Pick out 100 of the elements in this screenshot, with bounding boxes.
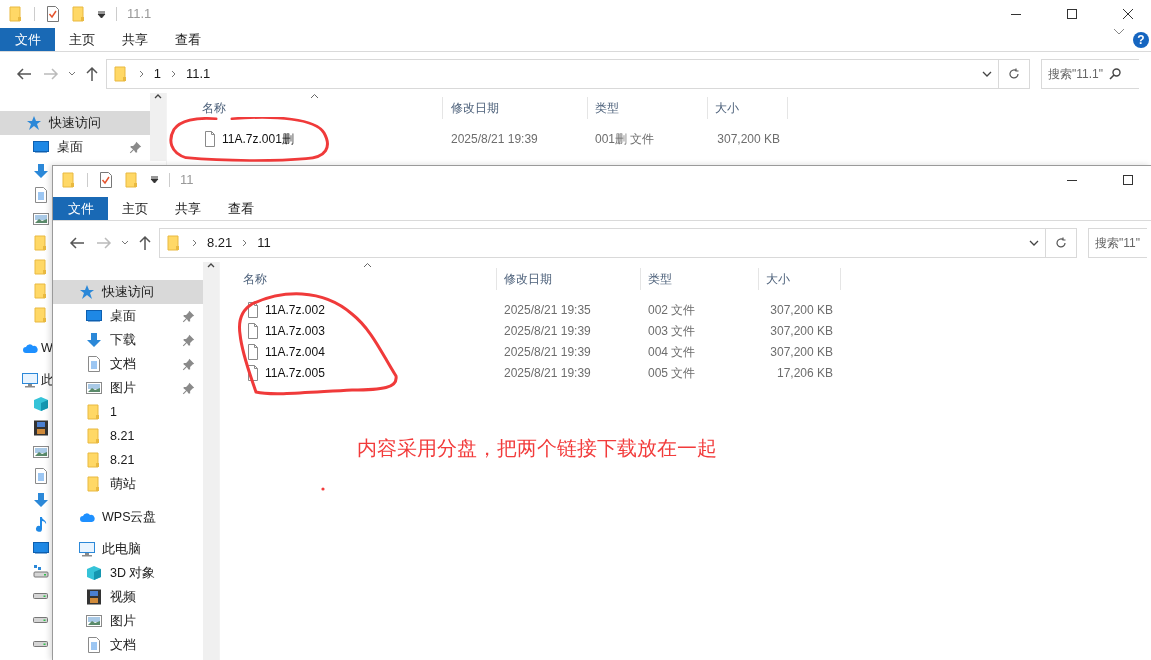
ribbon-tab[interactable]: 共享 [108, 28, 161, 51]
scrollbar[interactable] [150, 93, 166, 161]
nav-item[interactable]: 文档 [53, 633, 203, 657]
pin-icon [182, 357, 195, 371]
scroll-up-icon [154, 93, 162, 99]
ribbon-tab[interactable]: 主页 [55, 28, 108, 51]
search-placeholder: 搜索"11" [1095, 235, 1140, 252]
ribbon-tab[interactable]: 共享 [161, 197, 214, 220]
search-field[interactable]: 搜索"11.1" [1041, 59, 1139, 89]
document-icon [86, 637, 102, 653]
nav-item[interactable]: 8.21 [53, 448, 203, 472]
file-size: 307,200 KB [770, 323, 833, 338]
folder-icon [124, 171, 140, 188]
ribbon-tab[interactable]: 文件 [53, 197, 108, 220]
nav-item[interactable]: WPS云盘 [53, 505, 203, 529]
file-name[interactable]: 11A.7z.004 [265, 342, 325, 361]
ribbon-tab[interactable]: 查看 [214, 197, 267, 220]
nav-item[interactable]: 视频 [53, 585, 203, 609]
column-header[interactable]: 大小 [708, 97, 788, 119]
file-name[interactable]: 11A.7z.002 [265, 300, 325, 319]
ribbon-tab[interactable]: 查看 [161, 28, 214, 51]
file-size: 17,206 KB [776, 365, 833, 380]
desktop-icon [86, 308, 102, 324]
folder-icon [86, 476, 102, 492]
folder-icon [33, 283, 49, 299]
refresh-button[interactable] [999, 59, 1030, 89]
folder-icon [86, 452, 102, 468]
star-icon [26, 115, 42, 131]
dropdown-chevron-icon[interactable] [1029, 240, 1039, 246]
search-field[interactable]: 搜索"11" [1088, 228, 1147, 258]
film-icon [86, 589, 102, 605]
drive-icon [33, 593, 48, 599]
file-icon [245, 301, 261, 318]
modified-date: 2025/8/21 19:39 [504, 323, 591, 338]
nav-item[interactable]: 文档 [53, 352, 203, 376]
breadcrumb[interactable]: 8.21 [207, 233, 233, 253]
breadcrumb[interactable]: 11 [257, 233, 271, 253]
column-header[interactable]: 修改日期 [497, 268, 641, 290]
file-icon [202, 130, 218, 147]
scrollbar[interactable] [203, 262, 219, 660]
column-header[interactable]: 名称 [168, 97, 443, 119]
column-header[interactable]: 修改日期 [443, 97, 588, 119]
nav-item[interactable]: 桌面 [0, 135, 150, 159]
breadcrumb[interactable]: 1 [153, 64, 161, 84]
star-icon [79, 284, 95, 300]
drive-icon [33, 641, 48, 647]
annotation-text: 内容采用分盘，把两个链接下载放在一起 [357, 436, 717, 461]
dropdown-chevron-icon[interactable] [982, 71, 993, 77]
maximize-icon [1067, 9, 1077, 19]
checked-document-icon [98, 171, 114, 188]
address-field[interactable]: 8.21 11 [159, 228, 1046, 258]
column-header[interactable]: 大小 [759, 268, 841, 290]
file-name[interactable]: 11A.7z.005 [265, 363, 325, 382]
breadcrumb-separator-icon [170, 70, 176, 78]
address-field[interactable]: 1 11.1 [105, 59, 1000, 89]
file-type: 003 文件 [648, 323, 696, 338]
up-arrow-icon [138, 235, 152, 251]
back-arrow-icon [69, 236, 85, 250]
picture-icon [33, 211, 49, 227]
dropdown-arrow-icon[interactable] [150, 175, 159, 184]
expand-chevron-icon[interactable] [1113, 28, 1125, 36]
sort-ascending-icon[interactable] [310, 93, 319, 99]
nav-item[interactable]: 快速访问 [0, 111, 150, 135]
nav-item[interactable]: W [0, 336, 52, 360]
search-placeholder: 搜索"11.1" [1048, 66, 1103, 83]
nav-item[interactable]: 图片 [53, 609, 203, 633]
chevron-down-icon [67, 71, 76, 77]
down-arrow-icon [86, 332, 102, 348]
sort-ascending-icon[interactable] [363, 262, 372, 268]
ink-dot [321, 487, 325, 491]
modified-date: 2025/8/21 19:39 [504, 344, 591, 359]
column-header[interactable]: 类型 [641, 268, 759, 290]
nav-item[interactable]: 图片 [53, 376, 203, 400]
pin-icon [182, 333, 195, 347]
breadcrumb[interactable]: 11.1 [185, 64, 211, 84]
nav-item[interactable]: 萌站 [53, 472, 203, 496]
desktop-icon [33, 139, 49, 155]
nav-item[interactable]: 8.21 [53, 424, 203, 448]
chevron-down-icon [121, 240, 129, 246]
file-size: 307,200 KB [770, 302, 833, 317]
nav-item[interactable]: 此电脑 [53, 537, 203, 561]
computer-icon [79, 541, 95, 557]
ribbon-tab[interactable]: 文件 [0, 28, 55, 51]
file-name[interactable]: 11A.7z.003 [265, 321, 325, 340]
ribbon-tab[interactable]: 主页 [108, 197, 161, 220]
file-name[interactable]: 11A.7z.001删 [222, 129, 294, 148]
nav-item[interactable]: 下载 [53, 328, 203, 352]
dropdown-arrow-icon[interactable] [97, 9, 106, 19]
picture-icon [86, 380, 102, 396]
nav-item[interactable]: 3D 对象 [53, 561, 203, 585]
file-type: 001删 文件 [595, 131, 655, 146]
column-header[interactable]: 名称 [221, 268, 497, 290]
window-title: 11.1 [127, 5, 152, 24]
nav-item[interactable]: 1 [53, 400, 203, 424]
refresh-button[interactable] [1046, 228, 1077, 258]
nav-item[interactable]: 桌面 [53, 304, 203, 328]
nav-item[interactable]: 快速访问 [53, 280, 203, 304]
column-header[interactable]: 类型 [588, 97, 708, 119]
picture-icon [86, 613, 102, 629]
help-button[interactable]: ? [1133, 31, 1149, 48]
